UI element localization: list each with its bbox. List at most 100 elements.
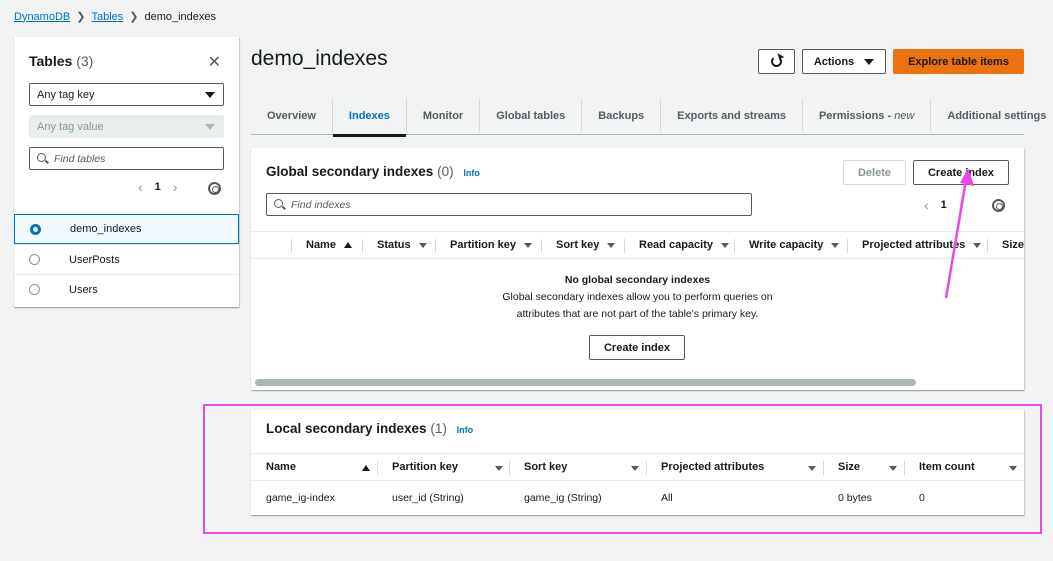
col-name[interactable]: Name bbox=[306, 238, 352, 252]
tag-value-select: Any tag value bbox=[29, 115, 224, 138]
tag-value-value: Any tag value bbox=[37, 121, 104, 133]
table-item-label: UserPosts bbox=[69, 253, 120, 266]
sort-asc-icon bbox=[343, 242, 352, 248]
sort-icon bbox=[418, 242, 427, 248]
tables-count: (3) bbox=[76, 53, 94, 69]
tab-global-tables[interactable]: Global tables bbox=[480, 99, 583, 132]
radio-icon[interactable] bbox=[29, 284, 40, 295]
tab-backups[interactable]: Backups bbox=[582, 99, 662, 132]
caret-down-icon bbox=[864, 58, 875, 65]
column-divider bbox=[847, 239, 848, 253]
gsi-heading: Global secondary indexes (0) Info bbox=[266, 164, 480, 179]
page-title: demo_indexes bbox=[251, 47, 388, 70]
page-number[interactable]: 1 bbox=[155, 181, 161, 193]
caret-down-icon bbox=[205, 124, 215, 130]
search-icon bbox=[274, 199, 283, 208]
table-item-userposts[interactable]: UserPosts bbox=[14, 244, 239, 274]
actions-button[interactable]: Actions bbox=[802, 49, 886, 74]
col-status[interactable]: Status bbox=[377, 238, 427, 252]
chevron-left-icon[interactable]: ‹ bbox=[138, 179, 143, 195]
col-write-capacity[interactable]: Write capacity bbox=[749, 238, 840, 252]
col-label: Size bbox=[1002, 239, 1024, 251]
tables-pagination: ‹ 1 › bbox=[138, 179, 177, 195]
tab-permissions[interactable]: Permissions - new bbox=[803, 99, 932, 132]
tables-title: Tables bbox=[29, 53, 73, 69]
find-indexes-input[interactable]: Find indexes bbox=[266, 193, 752, 216]
tag-key-select[interactable]: Any tag key bbox=[29, 83, 224, 106]
sort-icon bbox=[524, 242, 533, 248]
sort-icon bbox=[720, 242, 729, 248]
find-tables-placeholder: Find tables bbox=[54, 153, 106, 165]
gear-icon[interactable] bbox=[992, 199, 1005, 212]
horizontal-scrollbar[interactable] bbox=[255, 379, 916, 386]
breadcrumb-tables-link[interactable]: Tables bbox=[91, 11, 123, 23]
chevron-right-icon: ❯ bbox=[76, 11, 86, 23]
breadcrumb-dynamodb-link[interactable]: DynamoDB bbox=[14, 11, 70, 23]
tabs-bar: Overview Indexes Monitor Global tables B… bbox=[251, 97, 1046, 137]
tag-key-value: Any tag key bbox=[37, 89, 95, 101]
col-sort-key[interactable]: Sort key bbox=[556, 238, 616, 252]
col-partition-key[interactable]: Partition key bbox=[450, 238, 533, 252]
empty-description: Global secondary indexes allow you to pe… bbox=[502, 291, 773, 303]
annotation-arrow-icon bbox=[944, 168, 974, 299]
new-badge: new bbox=[894, 109, 915, 122]
chevron-right-icon[interactable]: › bbox=[173, 179, 178, 195]
annotation-highlight-box bbox=[203, 404, 1042, 534]
gsi-empty-state: No global secondary indexes Global secon… bbox=[251, 272, 1024, 323]
col-label: Name bbox=[306, 239, 336, 251]
tables-heading: Tables (3) bbox=[29, 53, 93, 69]
empty-create-index-button[interactable]: Create index bbox=[589, 335, 685, 360]
gsi-count: (0) bbox=[437, 164, 454, 179]
close-icon[interactable]: ✕ bbox=[208, 52, 221, 72]
table-item-label: Users bbox=[69, 283, 98, 296]
find-indexes-placeholder: Find indexes bbox=[291, 199, 351, 211]
tab-additional-settings[interactable]: Additional settings bbox=[931, 99, 1053, 132]
sort-icon bbox=[607, 242, 616, 248]
caret-down-icon bbox=[205, 92, 215, 98]
empty-description: attributes that are not part of the tabl… bbox=[516, 308, 759, 320]
table-item-demo-indexes[interactable]: demo_indexes bbox=[14, 214, 239, 244]
gsi-title: Global secondary indexes bbox=[266, 164, 434, 179]
chevron-left-icon[interactable]: ‹ bbox=[924, 197, 929, 213]
chevron-right-icon: ❯ bbox=[129, 11, 139, 23]
tab-exports-and-streams[interactable]: Exports and streams bbox=[661, 99, 803, 132]
col-label: Status bbox=[377, 239, 411, 251]
column-divider bbox=[362, 239, 363, 253]
empty-title: No global secondary indexes bbox=[564, 274, 711, 286]
column-divider bbox=[291, 239, 292, 253]
col-size[interactable]: Size bbox=[1002, 238, 1024, 252]
radio-selected-icon[interactable] bbox=[30, 223, 41, 235]
explore-table-items-button[interactable]: Explore table items bbox=[893, 49, 1024, 74]
delete-label: Delete bbox=[857, 166, 892, 179]
column-divider bbox=[624, 239, 625, 253]
breadcrumb: DynamoDB ❯ Tables ❯ demo_indexes bbox=[14, 10, 216, 24]
tab-monitor[interactable]: Monitor bbox=[407, 99, 481, 132]
tab-overview[interactable]: Overview bbox=[251, 99, 333, 132]
column-divider bbox=[734, 239, 735, 253]
column-divider bbox=[541, 239, 542, 253]
tab-permissions-label: Permissions - bbox=[818, 109, 895, 122]
sort-icon bbox=[831, 242, 840, 248]
refresh-button[interactable] bbox=[758, 49, 795, 74]
radio-icon[interactable] bbox=[29, 254, 40, 265]
create-index-label: Create index bbox=[603, 341, 671, 354]
actions-label: Actions bbox=[813, 55, 855, 68]
gsi-info-link[interactable]: Info bbox=[463, 168, 480, 178]
tables-panel: Tables (3) ✕ Any tag key Any tag value F… bbox=[14, 37, 239, 307]
refresh-icon bbox=[771, 56, 782, 67]
find-tables-input[interactable]: Find tables bbox=[29, 147, 224, 170]
tables-list: demo_indexes UserPosts Users bbox=[14, 214, 239, 304]
col-label: Partition key bbox=[450, 239, 517, 251]
tab-indexes[interactable]: Indexes bbox=[332, 99, 407, 137]
delete-index-button[interactable]: Delete bbox=[843, 160, 906, 185]
col-label: Read capacity bbox=[639, 239, 713, 251]
table-item-users[interactable]: Users bbox=[14, 274, 239, 304]
col-read-capacity[interactable]: Read capacity bbox=[639, 238, 729, 252]
table-item-label: demo_indexes bbox=[70, 223, 142, 235]
search-icon bbox=[37, 153, 46, 162]
explore-label: Explore table items bbox=[908, 55, 1009, 68]
col-label: Write capacity bbox=[749, 239, 824, 251]
gsi-table-header: Name Status Partition key Sort key Read … bbox=[251, 231, 1024, 259]
gear-icon[interactable] bbox=[208, 182, 221, 195]
gsi-panel: Global secondary indexes (0) Info Delete… bbox=[251, 148, 1024, 390]
